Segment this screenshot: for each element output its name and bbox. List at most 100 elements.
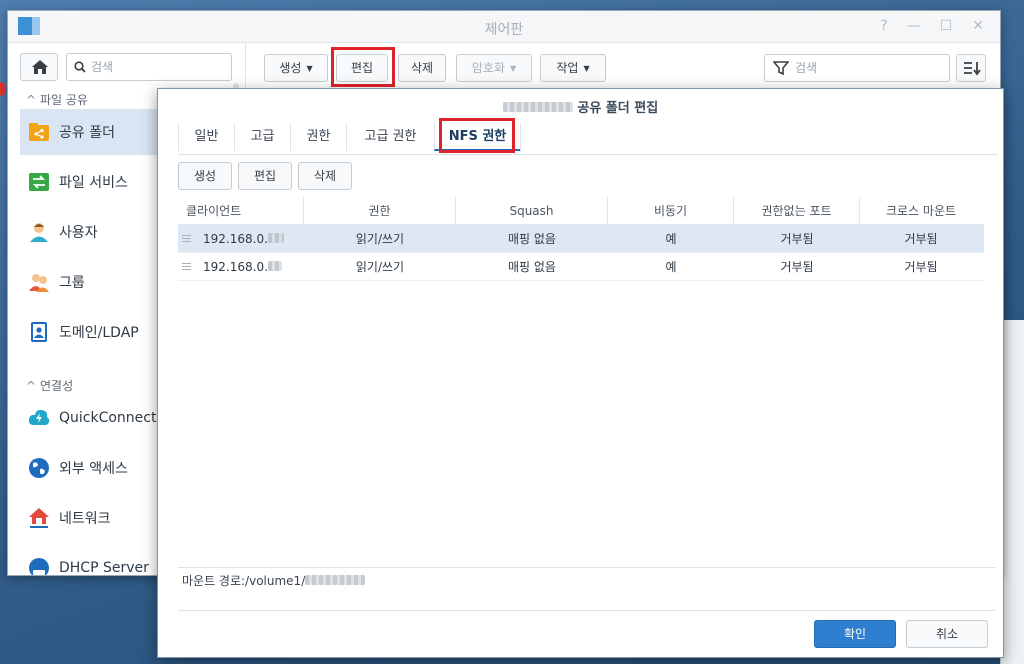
sidebar-item-label: DHCP Server [59, 560, 149, 575]
redacted-ip [267, 261, 282, 271]
ok-button[interactable]: 확인 [814, 620, 896, 648]
action-button[interactable]: 작업 ▼ [540, 54, 606, 82]
squash-cell: 매핑 없음 [508, 260, 556, 274]
drag-handle-icon[interactable] [182, 263, 191, 272]
redacted-ip [267, 233, 284, 243]
sidebar-item-label: 공유 폴더 [59, 125, 115, 141]
caret-down-icon: ▼ [583, 64, 590, 73]
file-services-icon [28, 171, 50, 193]
delete-button[interactable]: 삭제 [398, 54, 446, 82]
toolbar-search-input[interactable] [795, 59, 943, 77]
column-squash[interactable]: Squash [456, 197, 608, 225]
domain-ldap-icon [28, 321, 50, 343]
section-file-sharing[interactable]: ^ 파일 공유 [26, 91, 88, 108]
help-icon[interactable]: ? [874, 17, 894, 35]
client-value: 192.168.0. [203, 260, 268, 274]
sidebar-item-label: 도메인/LDAP [59, 325, 139, 341]
dialog-title: 공유 폴더 편집 [577, 101, 659, 116]
caret-down-icon: ▼ [306, 64, 313, 73]
column-permission[interactable]: 권한 [304, 197, 456, 225]
permission-cell: 읽기/쓰기 [355, 260, 405, 274]
nfs-rules-table: 클라이언트 권한 Squash 비동기 권한없는 포트 크로스 마운트 192.… [178, 197, 984, 281]
external-access-icon [28, 457, 50, 479]
divider [178, 567, 996, 568]
section-label: 연결성 [40, 379, 74, 393]
sidebar-item-label: QuickConnect [59, 410, 157, 426]
column-async[interactable]: 비동기 [608, 197, 734, 225]
dialog-create-button[interactable]: 생성 [178, 162, 232, 190]
sidebar-item-label: 네트워크 [59, 511, 111, 527]
chevron-up-icon: ^ [26, 379, 37, 393]
client-cell: 192.168.0. [195, 225, 304, 253]
highlight-nfs-tab [439, 118, 515, 153]
column-client[interactable]: 클라이언트 [178, 197, 304, 225]
tab-general[interactable]: 일반 [178, 123, 234, 151]
quickconnect-icon [28, 407, 50, 429]
network-icon [28, 507, 50, 529]
mount-path: 마운트 경로:/volume1/ [182, 572, 366, 589]
user-icon [28, 221, 50, 243]
drag-handle-icon[interactable] [182, 235, 191, 244]
highlight-edit-button [331, 47, 395, 87]
sidebar-item-label: 외부 액세스 [59, 461, 128, 477]
divider [178, 610, 996, 611]
cross-mount-cell: 거부됨 [904, 260, 938, 274]
toolbar-search[interactable] [764, 54, 950, 82]
permission-cell: 읽기/쓰기 [355, 232, 405, 246]
column-cross-mount[interactable]: 크로스 마운트 [860, 197, 982, 225]
async-cell: 예 [665, 260, 677, 274]
nonprivileged-port-cell: 거부됨 [780, 260, 814, 274]
chevron-up-icon: ^ [26, 93, 37, 107]
action-label: 작업 [556, 61, 579, 75]
window-title: 제어판 [484, 22, 524, 38]
search-icon [74, 61, 86, 73]
shared-folder-icon [28, 121, 50, 143]
section-connectivity[interactable]: ^ 연결성 [26, 377, 73, 394]
tab-divider [520, 123, 521, 151]
maximize-icon[interactable]: ☐ [936, 17, 956, 35]
dialog-edit-button[interactable]: 편집 [238, 162, 292, 190]
nonprivileged-port-cell: 거부됨 [780, 232, 814, 246]
tab-permissions[interactable]: 권한 [290, 123, 346, 151]
caret-down-icon: ▼ [509, 64, 517, 73]
client-value: 192.168.0. [203, 232, 268, 246]
create-label: 생성 [279, 61, 302, 75]
section-label: 파일 공유 [40, 93, 88, 107]
group-icon [28, 271, 50, 293]
squash-cell: 매핑 없음 [508, 232, 556, 246]
dialog-header[interactable]: 공유 폴더 편집 [158, 89, 1003, 119]
title-bar[interactable]: 제어판 ? — ☐ ✕ [8, 11, 1000, 43]
tab-advanced-permissions[interactable]: 고급 권한 [346, 123, 434, 151]
dhcp-server-icon [28, 557, 50, 575]
sidebar-search[interactable] [66, 53, 232, 81]
redacted-folder-path [305, 575, 366, 585]
sidebar-search-input[interactable] [91, 58, 221, 76]
cancel-button[interactable]: 취소 [906, 620, 988, 648]
create-button[interactable]: 생성 ▼ [264, 54, 328, 82]
close-icon[interactable]: ✕ [968, 17, 988, 35]
home-icon [32, 60, 48, 74]
encryption-label: 암호화 [471, 61, 505, 75]
sidebar-item-label: 파일 서비스 [59, 175, 128, 191]
mount-path-label: 마운트 경로:/volume1/ [182, 574, 306, 588]
client-cell: 192.168.0. [195, 253, 304, 281]
dialog-tabs: 일반 고급 권한 고급 권한 NFS 권한 [178, 119, 998, 155]
table-row[interactable]: 192.168.0. 읽기/쓰기 매핑 없음 예 거부됨 거부됨 [178, 253, 984, 281]
sidebar-item-label: 그룹 [59, 275, 85, 291]
cross-mount-cell: 거부됨 [904, 232, 938, 246]
sidebar-item-label: 사용자 [59, 225, 98, 241]
encryption-button[interactable]: 암호화 ▼ [456, 54, 532, 82]
main-toolbar: 생성 ▼ 편집 삭제 암호화 ▼ 작업 ▼ [246, 43, 1000, 91]
home-button[interactable] [20, 53, 58, 81]
redacted-folder-name [502, 102, 573, 112]
sort-button[interactable] [956, 54, 986, 82]
async-cell: 예 [665, 232, 677, 246]
edit-shared-folder-dialog: 공유 폴더 편집 일반 고급 권한 고급 권한 NFS 권한 생성 편집 삭제 … [157, 88, 1004, 658]
table-header: 클라이언트 권한 Squash 비동기 권한없는 포트 크로스 마운트 [178, 197, 984, 225]
tab-advanced[interactable]: 고급 [234, 123, 290, 151]
sort-icon [964, 62, 981, 76]
dialog-delete-button[interactable]: 삭제 [298, 162, 352, 190]
column-nonprivileged-port[interactable]: 권한없는 포트 [734, 197, 860, 225]
minimize-icon[interactable]: — [904, 17, 924, 35]
table-row[interactable]: 192.168.0. 읽기/쓰기 매핑 없음 예 거부됨 거부됨 [178, 225, 984, 253]
